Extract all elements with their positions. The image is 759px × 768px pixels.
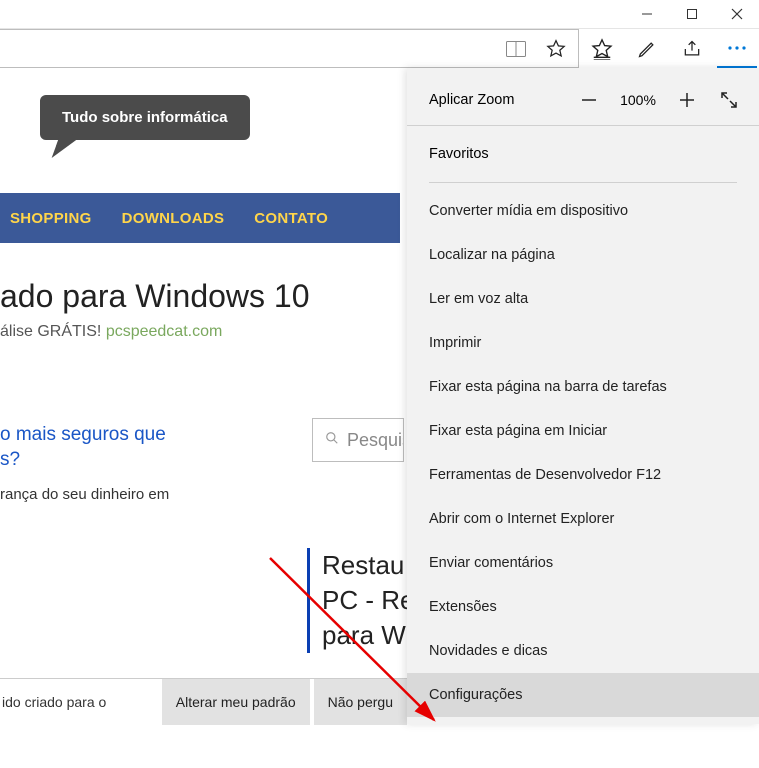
menu-item-imprimir[interactable]: Imprimir xyxy=(407,321,759,365)
search-icon xyxy=(325,431,339,450)
art2-l1: Restau xyxy=(322,550,404,580)
change-default-button[interactable]: Alterar meu padrão xyxy=(162,679,310,725)
menu-favorites[interactable]: Favoritos xyxy=(407,132,759,176)
article-sub: rança do seu dinheiro em xyxy=(0,486,169,503)
minimize-button[interactable] xyxy=(624,0,669,28)
site-logo-bubble: Tudo sobre informática xyxy=(40,95,250,140)
fullscreen-button[interactable] xyxy=(715,86,743,114)
reading-view-icon[interactable] xyxy=(500,33,532,65)
menu-separator xyxy=(429,182,737,183)
article-link-line2: s? xyxy=(0,449,20,470)
zoom-out-button[interactable] xyxy=(575,86,603,114)
nav-downloads[interactable]: DOWNLOADS xyxy=(122,210,225,227)
site-search-box[interactable]: Pesquis xyxy=(312,418,404,462)
menu-item-novidades-e-dicas[interactable]: Novidades e dicas xyxy=(407,629,759,673)
window-titlebar xyxy=(0,0,759,28)
secondary-article-heading[interactable]: Restau PC - Re para W xyxy=(307,548,407,653)
ad-url[interactable]: pcspeedcat.com xyxy=(106,323,223,340)
default-app-prompt-bar: ido criado para o Alterar meu padrão Não… xyxy=(0,678,407,724)
menu-item-fixar-esta-pagina-em-iniciar[interactable]: Fixar esta página em Iniciar xyxy=(407,409,759,453)
search-placeholder: Pesquis xyxy=(347,430,404,451)
zoom-in-button[interactable] xyxy=(673,86,701,114)
menu-item-fixar-esta-pagina-na-barra-de-tarefas[interactable]: Fixar esta página na barra de tarefas xyxy=(407,365,759,409)
dont-ask-button[interactable]: Não pergu xyxy=(314,679,407,725)
address-bar[interactable] xyxy=(0,29,579,68)
ad-subline-text: álise GRÁTIS! xyxy=(0,323,106,340)
site-navbar: SHOPPING DOWNLOADS CONTATO xyxy=(0,193,400,243)
menu-item-extensoes[interactable]: Extensões xyxy=(407,585,759,629)
menu-item-configuracoes[interactable]: Configurações xyxy=(407,673,759,717)
menu-item-ler-em-voz-alta[interactable]: Ler em voz alta xyxy=(407,277,759,321)
nav-shopping[interactable]: SHOPPING xyxy=(10,210,92,227)
menu-item-abrir-com-o-internet-explorer[interactable]: Abrir com o Internet Explorer xyxy=(407,497,759,541)
ad-subline: álise GRÁTIS! pcspeedcat.com xyxy=(0,323,222,341)
favorite-star-icon[interactable] xyxy=(540,33,572,65)
edge-settings-menu: Aplicar Zoom 100% Favoritos Converter mí… xyxy=(407,68,759,724)
zoom-label: Aplicar Zoom xyxy=(429,92,561,108)
menu-item-converter-midia-em-dispositivo[interactable]: Converter mídia em dispositivo xyxy=(407,189,759,233)
web-notes-icon[interactable] xyxy=(627,29,667,69)
prompt-text: ido criado para o xyxy=(0,694,158,710)
zoom-percent: 100% xyxy=(617,92,659,108)
maximize-button[interactable] xyxy=(669,0,714,28)
ad-headline[interactable]: ado para Windows 10 xyxy=(0,278,310,315)
browser-toolbar xyxy=(0,28,759,68)
menu-item-enviar-comentarios[interactable]: Enviar comentários xyxy=(407,541,759,585)
art2-l2: PC - Re xyxy=(322,585,407,615)
share-icon[interactable] xyxy=(672,29,712,69)
more-menu-button[interactable] xyxy=(717,30,757,68)
menu-zoom-row: Aplicar Zoom 100% xyxy=(407,74,759,126)
toolbar-right-icons xyxy=(579,29,759,68)
menu-item-localizar-na-pagina[interactable]: Localizar na página xyxy=(407,233,759,277)
art2-l3: para W xyxy=(322,620,406,650)
menu-item-ferramentas-de-desenvolvedor-f12[interactable]: Ferramentas de Desenvolvedor F12 xyxy=(407,453,759,497)
article-link[interactable]: o mais seguros que s? xyxy=(0,423,166,472)
page-content: Tudo sobre informática SHOPPING DOWNLOAD… xyxy=(0,68,759,724)
favorites-hub-icon[interactable] xyxy=(582,29,622,69)
nav-contato[interactable]: CONTATO xyxy=(254,210,328,227)
close-button[interactable] xyxy=(714,0,759,28)
article-link-line1: o mais seguros que xyxy=(0,424,166,445)
